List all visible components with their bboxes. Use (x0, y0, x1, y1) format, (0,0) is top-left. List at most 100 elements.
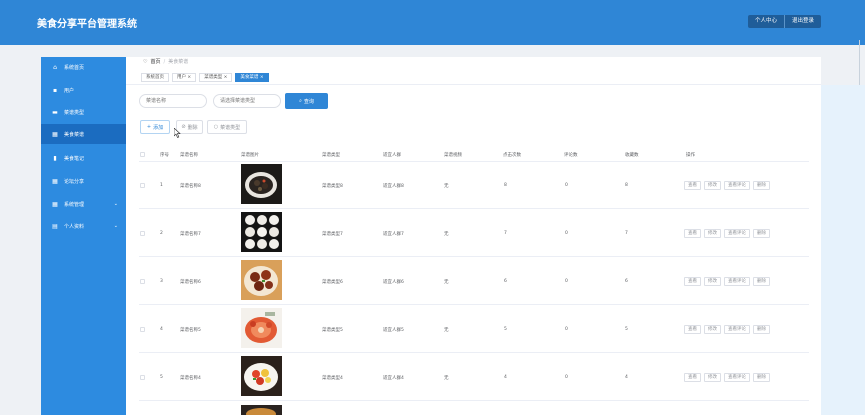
view-comments-button[interactable]: 查看评论 (724, 229, 750, 238)
recipe-image[interactable] (241, 164, 282, 204)
recipe-video: 无 (444, 280, 449, 285)
row-actions: 查看 修改 查看评论 删除 (684, 277, 770, 286)
circle-icon: ○ (213, 124, 219, 130)
delete-button[interactable]: 删除 (753, 277, 770, 286)
row-checkbox[interactable] (140, 231, 145, 236)
divider (139, 161, 809, 162)
row-actions: 查看 修改 查看评论 删除 (684, 181, 770, 190)
sidebar-item-users[interactable]: ▪ 用户 (41, 80, 126, 100)
grid-icon: ▦ (52, 177, 58, 185)
view-comments-button[interactable]: 查看评论 (724, 277, 750, 286)
sidebar-item-recipe-types[interactable]: ▬ 菜谱类型 (41, 102, 126, 122)
app-title: 美食分享平台管理系统 (37, 19, 137, 30)
row-checkbox[interactable] (140, 183, 145, 188)
recipe-crowd: 适宜人群7 (383, 232, 404, 237)
recipe-image[interactable] (241, 212, 282, 252)
recipe-type: 菜谱类型6 (322, 280, 343, 285)
tab-users[interactable]: 用户 × (172, 73, 197, 82)
row-checkbox[interactable] (140, 327, 145, 332)
sidebar-item-system[interactable]: ▦ 系统管理 ⌄ (41, 194, 126, 214)
favorite-count: 7 (625, 231, 628, 236)
delete-button-label: 删除 (187, 124, 198, 131)
breadcrumb-current: 美食菜谱 (168, 59, 189, 65)
delete-button[interactable]: 删除 (753, 373, 770, 382)
tab-home[interactable]: 系统首页 (141, 73, 169, 82)
recipe-type-button[interactable]: ○ 菜谱类型 (207, 120, 247, 134)
recipe-image[interactable] (241, 308, 282, 348)
edit-button[interactable]: 修改 (704, 325, 721, 334)
row-checkbox[interactable] (140, 375, 145, 380)
column-header: 评论数 (564, 153, 578, 158)
recipe-image[interactable] (241, 405, 282, 415)
recipe-video: 无 (444, 232, 449, 237)
select-all-checkbox[interactable] (140, 152, 145, 157)
edit-button[interactable]: 修改 (704, 373, 721, 382)
delete-button[interactable]: 删除 (753, 229, 770, 238)
column-header: 菜谱图片 (241, 153, 259, 158)
view-button[interactable]: 查看 (684, 229, 701, 238)
view-button[interactable]: 查看 (684, 277, 701, 286)
sidebar-item-notes[interactable]: ▮ 美食笔记 (41, 148, 126, 168)
profile-button[interactable]: 个人中心 (748, 15, 785, 28)
tab-recipes[interactable]: 美食菜谱 × (235, 73, 269, 82)
plus-icon: + (146, 124, 152, 130)
view-comments-button[interactable]: 查看评论 (724, 181, 750, 190)
recipe-name-input[interactable] (139, 94, 207, 108)
recipe-type-select[interactable] (213, 94, 281, 108)
recipe-name: 菜谱名称7 (180, 232, 201, 237)
view-button[interactable]: 查看 (684, 181, 701, 190)
sidebar-item-home[interactable]: ⌂ 系统首页 (41, 57, 126, 77)
column-header: 菜谱类型 (322, 153, 340, 158)
add-button-label: 添加 (153, 124, 164, 131)
column-header: 序号 (160, 153, 169, 158)
click-count: 5 (504, 327, 507, 332)
breadcrumb-home[interactable]: 首页 (150, 58, 160, 65)
sidebar-item-label: 个人资料 (64, 223, 85, 230)
sidebar-item-profile[interactable]: ▤ 个人资料 ⌄ (41, 216, 126, 236)
view-comments-button[interactable]: 查看评论 (724, 373, 750, 382)
breadcrumb-separator: / (163, 58, 166, 65)
logout-button[interactable]: 退出登录 (784, 15, 822, 28)
edit-button[interactable]: 修改 (704, 181, 721, 190)
click-count: 4 (504, 375, 507, 380)
recipe-crowd: 适宜人群6 (383, 280, 404, 285)
right-panel-background (821, 85, 865, 415)
view-comments-button[interactable]: 查看评论 (724, 325, 750, 334)
grid-icon: ▦ (52, 130, 58, 138)
breadcrumb: ♡ 首页 / 美食菜谱 (143, 58, 189, 66)
tab-recipe-types[interactable]: 菜谱类型 × (199, 73, 233, 82)
delete-button[interactable]: 删除 (753, 325, 770, 334)
add-button[interactable]: + 添加 (140, 120, 170, 134)
query-button[interactable]: ⌕ 查询 (285, 93, 328, 109)
recipe-crowd: 适宜人群8 (383, 184, 404, 189)
comment-count: 0 (565, 279, 568, 284)
recipe-type: 菜谱类型8 (322, 184, 343, 189)
column-header: 菜谱名称 (180, 153, 198, 158)
comment-count: 0 (565, 231, 568, 236)
row-index: 3 (160, 279, 163, 284)
recipe-image[interactable] (241, 260, 282, 300)
comment-count: 0 (565, 375, 568, 380)
row-index: 1 (160, 183, 163, 188)
grid-icon: ▦ (52, 200, 58, 208)
delete-icon: ⊘ (181, 124, 186, 130)
recipe-name: 菜谱名称8 (180, 184, 201, 189)
sidebar-item-recipes[interactable]: ▦ 美食菜谱 (41, 124, 126, 144)
sidebar-item-label: 系统管理 (64, 201, 85, 208)
view-button[interactable]: 查看 (684, 325, 701, 334)
home-icon: ⌂ (53, 63, 57, 71)
delete-button[interactable]: 删除 (753, 181, 770, 190)
row-actions: 查看 修改 查看评论 删除 (684, 229, 770, 238)
favorite-count: 5 (625, 327, 628, 332)
sidebar-item-forum[interactable]: ▦ 论坛分享 (41, 171, 126, 191)
row-checkbox[interactable] (140, 279, 145, 284)
click-count: 6 (504, 279, 507, 284)
recipe-image[interactable] (241, 356, 282, 396)
recipe-type-button-label: 菜谱类型 (220, 124, 241, 131)
view-button[interactable]: 查看 (684, 373, 701, 382)
bowl-icon: ▬ (52, 108, 58, 116)
query-button-label: 查询 (303, 98, 314, 105)
edit-button[interactable]: 修改 (704, 277, 721, 286)
edit-button[interactable]: 修改 (704, 229, 721, 238)
column-header: 操作 (686, 153, 695, 158)
